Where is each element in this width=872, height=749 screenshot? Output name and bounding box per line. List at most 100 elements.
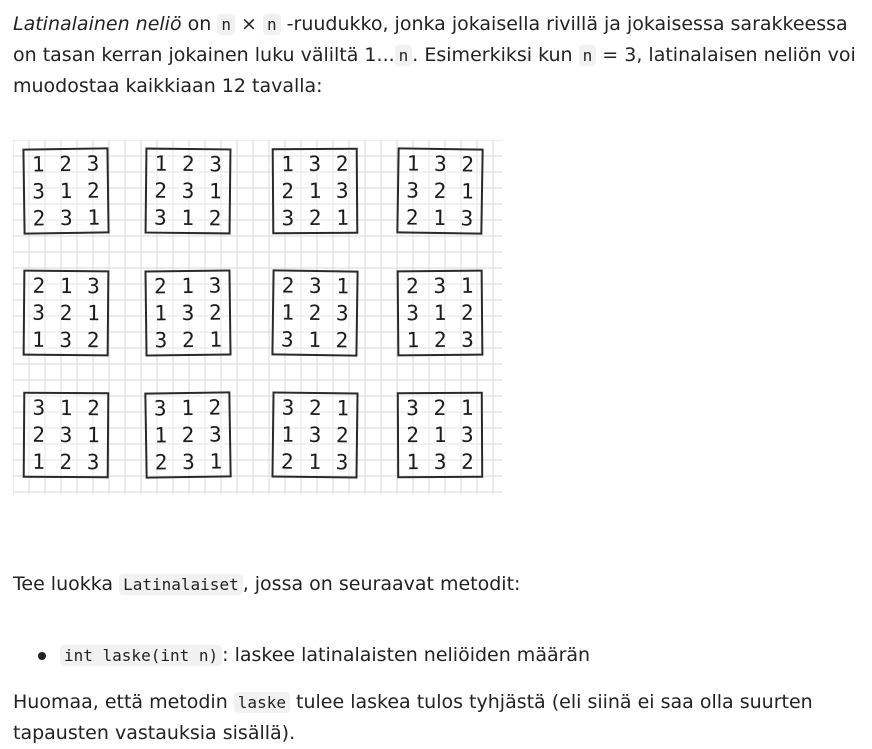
intro-paragraph: Latinalainen neliö on n × n -ruudukko, j…	[13, 9, 863, 102]
square-cell: 1	[154, 423, 168, 448]
square-cell: 3	[308, 422, 322, 448]
square-cell: 3	[335, 301, 349, 326]
square-cell: 1	[460, 395, 474, 420]
square-cell: 1	[308, 178, 322, 204]
square-cell: 3	[406, 395, 419, 420]
square-cell: 2	[181, 422, 195, 448]
latin-square: 123231312	[144, 147, 232, 235]
square-cell: 2	[181, 151, 195, 176]
square-cell: 2	[281, 273, 295, 298]
square-cell: 2	[461, 151, 475, 177]
square-cell: 3	[335, 178, 349, 203]
square-cell: 2	[335, 423, 349, 448]
square-cell: 1	[208, 179, 222, 204]
square-cell: 2	[86, 328, 100, 353]
square-cell: 3	[59, 422, 73, 448]
square-cell: 1	[281, 422, 295, 447]
square-cell: 3	[209, 151, 223, 177]
square-cell: 3	[406, 301, 420, 326]
latin-squares-figure: 1233122311232313121322133211323212132133…	[13, 140, 502, 494]
square-cell: 2	[308, 206, 322, 231]
square-cell: 3	[433, 450, 447, 475]
code-n: n	[394, 45, 413, 66]
square-cell: 2	[405, 205, 419, 230]
method-signature-code: int laske(int n)	[60, 645, 223, 666]
square-cell: 2	[87, 395, 100, 420]
square-cell: 2	[181, 328, 195, 353]
square-cell: 3	[335, 450, 349, 475]
square-cell: 1	[281, 300, 295, 325]
intro-text: . Esimerkiksi kun	[412, 44, 579, 66]
task-paragraph: Tee luokka Latinalaiset, jossa on seuraa…	[13, 569, 863, 600]
square-cell: 1	[87, 205, 101, 231]
intro-text-times: ×	[234, 13, 263, 35]
square-cell: 1	[406, 450, 420, 475]
square-cell: 3	[281, 206, 295, 231]
square-cell: 3	[153, 205, 167, 231]
square-cell: 2	[405, 273, 419, 298]
square-cell: 3	[433, 273, 447, 298]
square-cell: 3	[308, 151, 322, 176]
square-cell: 1	[281, 151, 294, 176]
latin-square: 132213321	[271, 147, 359, 235]
square-cell: 3	[181, 450, 195, 475]
code-n: n	[217, 14, 235, 35]
method-list-item: int laske(int n): laskee latinalaisten n…	[38, 640, 591, 671]
square-cell: 2	[32, 206, 46, 231]
square-cell: 2	[308, 395, 322, 420]
square-cell: 2	[406, 423, 420, 448]
square-cell: 1	[433, 300, 447, 326]
method-name-code: laske	[233, 692, 290, 713]
square-cell: 3	[280, 327, 294, 353]
square-cell: 2	[32, 273, 46, 298]
square-cell: 3	[281, 395, 295, 420]
square-cell: 3	[86, 450, 100, 475]
latin-square: 321132213	[271, 391, 359, 479]
square-cell: 1	[406, 151, 420, 176]
square-cell: 3	[181, 178, 195, 204]
task-text: Tee luokka	[13, 573, 120, 595]
square-cell: 2	[153, 273, 167, 299]
code-n: n	[262, 14, 281, 35]
square-cell: 1	[59, 273, 73, 298]
latin-square: 132321213	[396, 147, 484, 235]
square-cell: 1	[336, 273, 350, 299]
square-cell: 2	[86, 178, 100, 203]
square-cell: 2	[32, 422, 46, 447]
square-cell: 2	[335, 151, 349, 176]
latin-square: 321213132	[396, 391, 484, 479]
latin-square: 213132321	[144, 269, 232, 357]
square-cell: 3	[59, 328, 73, 353]
latin-square: 312231123	[22, 391, 110, 479]
square-cell: 3	[86, 151, 100, 176]
square-cell: 3	[460, 206, 474, 231]
square-cell: 3	[308, 273, 322, 298]
square-cell: 1	[460, 179, 474, 204]
square-cell: 1	[460, 273, 474, 298]
square-cell: 3	[32, 395, 46, 420]
square-cell: 1	[181, 395, 195, 420]
method-description: : laskee latinalaisten neliöiden määrän	[222, 644, 591, 666]
note-text: Huomaa, että metodin	[13, 691, 234, 713]
square-cell: 3	[153, 395, 167, 421]
bullet-icon	[38, 652, 46, 660]
square-cell: 2	[433, 395, 447, 420]
square-cell: 2	[208, 395, 222, 420]
square-cell: 2	[281, 179, 295, 204]
square-cell: 1	[433, 206, 447, 231]
square-cell: 1	[31, 151, 45, 177]
square-cell: 1	[433, 422, 447, 448]
square-cell: 3	[460, 422, 474, 447]
square-cell: 3	[87, 273, 100, 298]
square-cell: 2	[460, 300, 474, 325]
square-cell: 1	[86, 301, 100, 326]
square-cell: 2	[208, 206, 222, 231]
square-cell: 1	[336, 206, 349, 231]
square-cell: 2	[335, 328, 349, 353]
class-name-code: Latinalaiset	[119, 574, 243, 595]
latin-square: 231312123	[396, 269, 484, 357]
square-cell: 1	[181, 273, 195, 298]
term-latin-square: Latinalainen neliö	[13, 13, 182, 35]
square-cell: 2	[59, 151, 73, 176]
square-cell: 1	[154, 301, 168, 326]
